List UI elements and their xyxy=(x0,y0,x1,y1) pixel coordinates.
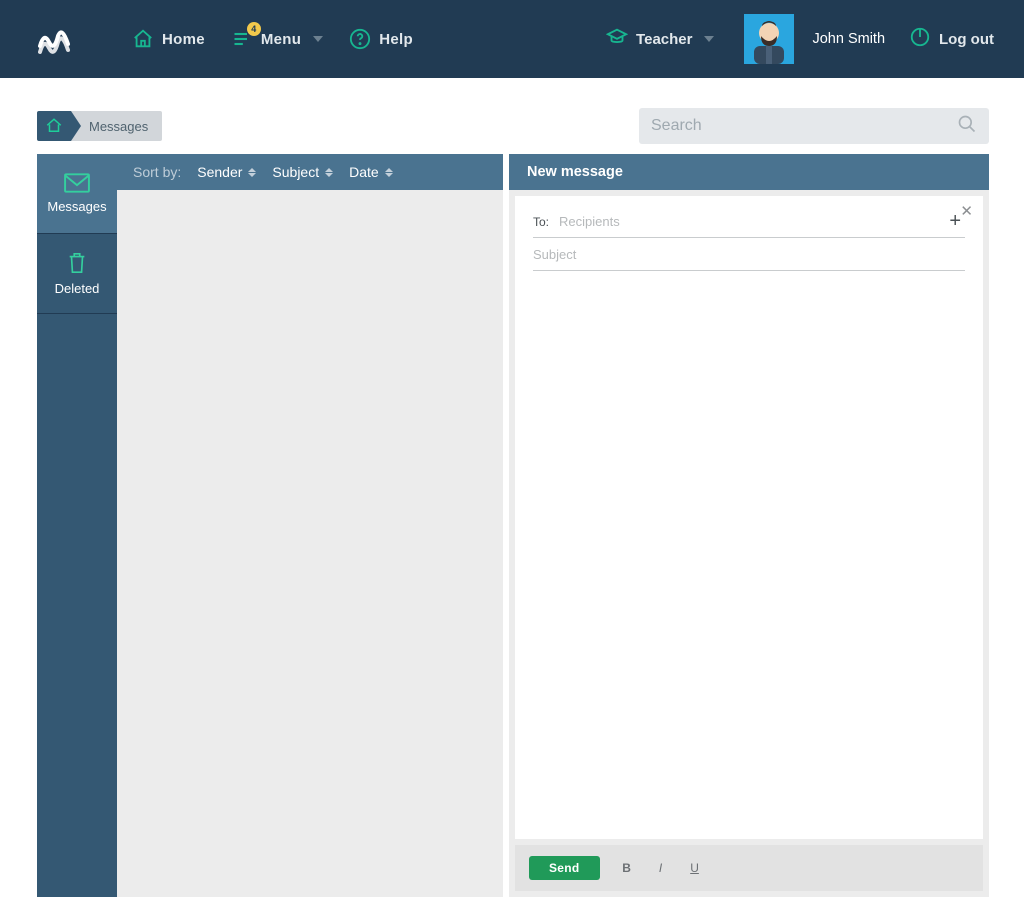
role-label: Teacher xyxy=(636,31,692,48)
brand-logo xyxy=(38,22,72,56)
sort-arrows-icon xyxy=(248,168,256,177)
close-icon[interactable]: ✕ xyxy=(960,202,973,220)
sort-bar: Sort by: Sender Subject Date xyxy=(117,154,503,190)
message-list-body xyxy=(117,190,503,897)
nav-menu[interactable]: 4 Menu xyxy=(231,28,323,50)
compose-panel: ✕ To: + xyxy=(515,196,983,839)
send-button[interactable]: Send xyxy=(529,856,600,880)
subject-input[interactable] xyxy=(533,247,965,262)
help-icon xyxy=(349,28,371,50)
sort-by-date[interactable]: Date xyxy=(349,164,393,180)
power-icon xyxy=(909,26,931,52)
recipients-input[interactable] xyxy=(559,214,945,229)
logout-label: Log out xyxy=(939,31,994,48)
sort-arrows-icon xyxy=(385,168,393,177)
breadcrumb-current[interactable]: Messages xyxy=(81,111,162,141)
menu-badge: 4 xyxy=(247,22,261,36)
subbar: Messages xyxy=(0,78,1024,154)
sidebar-item-messages[interactable]: Messages xyxy=(37,154,117,234)
message-list-column: Sort by: Sender Subject Date xyxy=(117,154,503,897)
format-italic-button[interactable]: I xyxy=(654,861,668,875)
sidebar-item-label: Messages xyxy=(47,199,106,214)
sidebar-item-label: Deleted xyxy=(55,281,100,296)
nav-home-label: Home xyxy=(162,31,205,48)
folder-sidebar: Messages Deleted xyxy=(37,154,117,897)
chevron-down-icon xyxy=(313,36,323,42)
username: John Smith xyxy=(812,31,885,47)
sort-arrows-icon xyxy=(325,168,333,177)
subject-row xyxy=(533,238,965,271)
graduation-cap-icon xyxy=(606,26,628,52)
main-area: Messages Deleted Sort by: Sender Subject… xyxy=(0,154,1024,897)
home-icon xyxy=(132,28,154,50)
app-header: Home 4 Menu Help Teacher xyxy=(0,0,1024,78)
compose-header: New message xyxy=(509,154,989,190)
avatar[interactable] xyxy=(744,14,794,64)
compose-column: New message ✕ To: + Send B I U xyxy=(509,154,989,897)
nav-menu-label: Menu xyxy=(261,31,301,48)
message-body-input[interactable] xyxy=(533,271,965,839)
sort-by-subject[interactable]: Subject xyxy=(272,164,333,180)
to-label: To: xyxy=(533,215,549,229)
logout-button[interactable]: Log out xyxy=(909,26,994,52)
search-input[interactable] xyxy=(651,117,957,135)
recipients-row: To: + xyxy=(533,206,965,238)
search-box[interactable] xyxy=(639,108,989,144)
role-dropdown[interactable]: Teacher xyxy=(606,26,714,52)
search-icon[interactable] xyxy=(957,114,977,139)
format-bold-button[interactable]: B xyxy=(620,861,634,875)
chevron-down-icon xyxy=(704,36,714,42)
sidebar-item-deleted[interactable]: Deleted xyxy=(37,234,117,314)
sort-by-sender[interactable]: Sender xyxy=(197,164,256,180)
nav-help[interactable]: Help xyxy=(349,28,413,50)
format-underline-button[interactable]: U xyxy=(688,861,702,875)
menu-icon: 4 xyxy=(231,28,253,50)
nav-right: Teacher John Smith Log out xyxy=(606,14,994,64)
compose-footer: Send B I U xyxy=(515,845,983,891)
breadcrumb-home[interactable] xyxy=(37,111,71,141)
breadcrumb-separator xyxy=(71,111,81,141)
nav-home[interactable]: Home xyxy=(132,28,205,50)
nav-left: Home 4 Menu Help xyxy=(132,28,413,50)
nav-help-label: Help xyxy=(379,31,413,48)
sort-label: Sort by: xyxy=(133,164,181,180)
